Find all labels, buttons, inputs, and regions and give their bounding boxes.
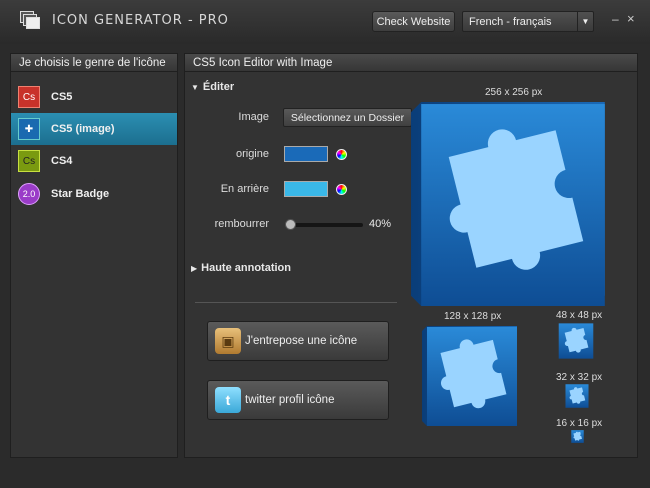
select-folder-button[interactable]: Sélectionnez un Dossier xyxy=(283,108,412,127)
app-title: ICON GENERATOR - PRO xyxy=(52,13,229,28)
twitter-profile-label: twitter profil icône xyxy=(245,394,335,406)
title-bar: ICON GENERATOR - PRO Check Website Frenc… xyxy=(0,0,650,44)
sidebar-item-cs5[interactable]: Cs CS5 xyxy=(11,81,177,113)
origin-color-swatch[interactable] xyxy=(284,146,328,162)
close-button[interactable]: × xyxy=(627,11,635,26)
language-select[interactable]: French - français ▼ xyxy=(462,11,594,32)
divider xyxy=(195,302,397,303)
annotation-section-label: Haute annotation xyxy=(201,262,291,274)
background-color-swatch[interactable] xyxy=(284,181,328,197)
package-icon: ▣ xyxy=(215,328,241,354)
app-logo-icon xyxy=(20,11,40,31)
padding-label: rembourrer xyxy=(214,218,269,230)
triangle-down-icon: ▼ xyxy=(191,83,199,92)
sidebar-item-label: CS5 xyxy=(51,91,73,103)
star-badge-icon: 2.0 xyxy=(18,183,40,205)
preview-256-label: 256 x 256 px xyxy=(485,87,543,98)
puzzle-icon: ✚ xyxy=(18,118,40,140)
chevron-down-icon[interactable]: ▼ xyxy=(577,12,593,31)
preview-16-puzzle-icon xyxy=(571,430,584,443)
minimize-button[interactable]: – xyxy=(612,12,619,26)
preview-48-puzzle-icon xyxy=(558,323,594,359)
padding-slider-handle[interactable] xyxy=(285,219,296,230)
sidebar-item-label: CS5 (image) xyxy=(51,123,115,135)
icon-editor-panel: CS5 Icon Editor with Image ▼ Éditer Image… xyxy=(184,53,638,458)
background-label: En arrière xyxy=(220,183,269,195)
image-label: Image xyxy=(238,111,269,123)
sidebar-item-cs5-image[interactable]: ✚ CS5 (image) xyxy=(11,113,177,145)
preview-16-label: 16 x 16 px xyxy=(556,418,603,429)
color-wheel-icon[interactable] xyxy=(336,149,347,160)
annotation-section-toggle[interactable]: ▶ Haute annotation xyxy=(191,262,291,274)
preview-32-puzzle-icon xyxy=(565,384,589,408)
preview-128-puzzle-icon xyxy=(422,326,517,426)
sidebar-item-label: CS4 xyxy=(51,155,73,167)
editor-header: CS5 Icon Editor with Image xyxy=(185,54,637,72)
edit-section-label: Éditer xyxy=(202,81,235,93)
sidebar-item-cs4[interactable]: Cs CS4 xyxy=(11,145,177,177)
preview-48-label: 48 x 48 px xyxy=(556,310,603,321)
preview-256-puzzle-icon xyxy=(411,102,605,306)
save-icon-label: J'entrepose une icône xyxy=(245,335,358,347)
language-value: French - français xyxy=(469,15,552,28)
save-icon-button[interactable]: ▣ J'entrepose une icône xyxy=(207,321,389,361)
preview-32-label: 32 x 32 px xyxy=(556,372,603,383)
icon-type-header: Je choisis le genre de l'icône xyxy=(11,54,177,72)
origin-label: origine xyxy=(235,148,269,160)
color-wheel-icon[interactable] xyxy=(336,184,347,195)
check-website-button[interactable]: Check Website xyxy=(372,11,455,32)
sidebar-item-label: Star Badge xyxy=(51,188,110,200)
cs4-icon: Cs xyxy=(18,150,40,172)
sidebar-item-star-badge[interactable]: 2.0 Star Badge xyxy=(11,178,177,210)
cs5-icon: Cs xyxy=(18,86,40,108)
icon-type-panel: Je choisis le genre de l'icône Cs CS5 ✚ … xyxy=(10,53,178,458)
preview-128-label: 128 x 128 px xyxy=(444,311,502,322)
padding-value: 40% xyxy=(369,218,392,230)
padding-slider-track[interactable] xyxy=(287,223,363,227)
twitter-profile-button[interactable]: t twitter profil icône xyxy=(207,380,389,420)
edit-section-toggle[interactable]: ▼ Éditer xyxy=(191,81,234,93)
triangle-right-icon: ▶ xyxy=(191,264,198,273)
twitter-bird-icon: t xyxy=(215,387,241,413)
